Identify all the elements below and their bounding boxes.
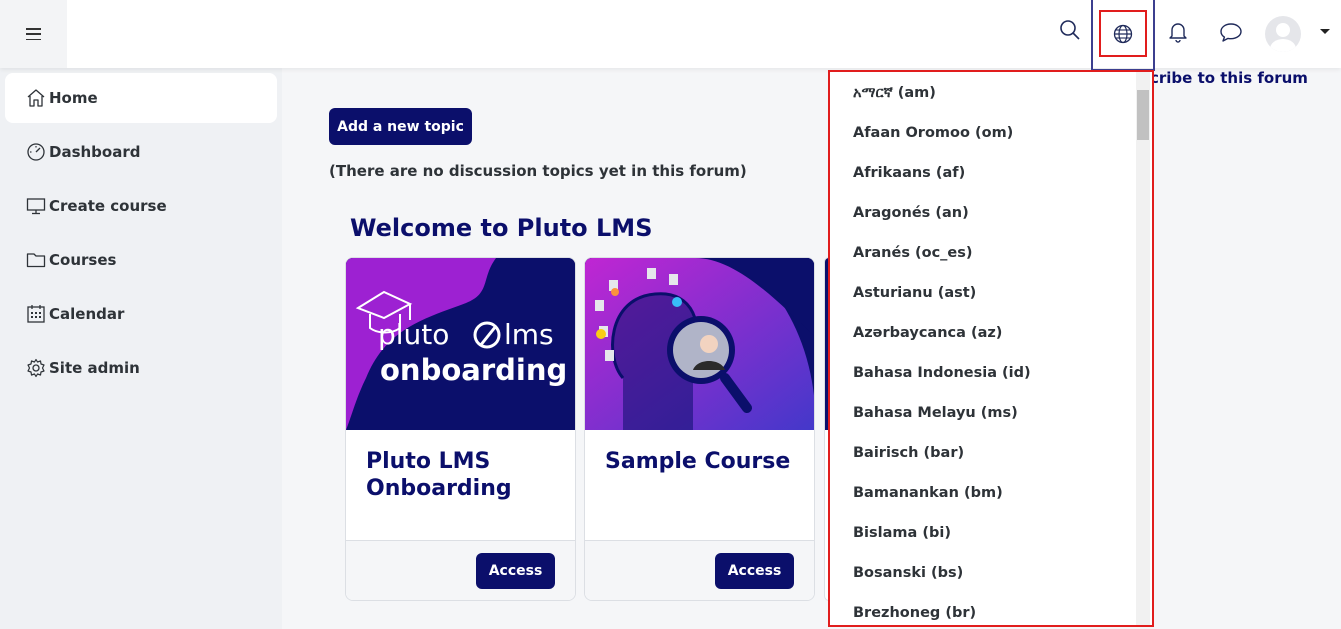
- no-topics-message: (There are no discussion topics yet in t…: [329, 162, 747, 180]
- course-image-title: pluto: [378, 318, 449, 351]
- sidebar-item-label: Dashboard: [49, 143, 141, 161]
- sidebar-item-dashboard[interactable]: Dashboard: [5, 127, 277, 177]
- messages-button[interactable]: [1213, 14, 1249, 50]
- language-option[interactable]: Aranés (oc_es): [830, 233, 1136, 273]
- sidebar-item-calendar[interactable]: Calendar: [5, 289, 277, 339]
- user-menu-caret-icon[interactable]: [1320, 29, 1330, 34]
- course-image-art: pluto lms onboarding: [346, 258, 575, 430]
- language-option[interactable]: Afrikaans (af): [830, 153, 1136, 193]
- scrollbar[interactable]: [1136, 88, 1150, 625]
- sidebar-item-site-admin[interactable]: Site admin: [5, 343, 277, 393]
- sidebar: Home Dashboard Create course Courses Cal…: [0, 68, 282, 629]
- sidebar-item-label: Home: [49, 89, 98, 107]
- course-image-subtitle: onboarding: [380, 353, 567, 387]
- menu-toggle-button[interactable]: [0, 0, 67, 68]
- language-option[interactable]: Bislama (bi): [830, 513, 1136, 553]
- sidebar-item-label: Site admin: [49, 359, 140, 377]
- sidebar-item-home[interactable]: Home: [5, 73, 277, 123]
- monitor-icon: [25, 195, 47, 217]
- chat-bubble-icon: [1220, 23, 1242, 42]
- course-image: [585, 258, 814, 430]
- course-title[interactable]: Pluto LMS Onboarding: [366, 448, 561, 502]
- globe-icon: [1113, 24, 1133, 43]
- hamburger-icon: [26, 28, 41, 40]
- welcome-heading: Welcome to Pluto LMS: [350, 214, 653, 242]
- language-option[interactable]: Bairisch (bar): [830, 433, 1136, 473]
- course-card-footer: Access: [585, 540, 814, 600]
- course-card[interactable]: pluto lms onboarding Pluto LMS Onboardin…: [345, 257, 576, 601]
- top-navbar: [0, 0, 1341, 71]
- language-option[interactable]: Bamanankan (bm): [830, 473, 1136, 513]
- subscribe-forum-link[interactable]: cribe to this forum: [1150, 69, 1308, 87]
- language-option[interactable]: Asturianu (ast): [830, 273, 1136, 313]
- folder-icon: [25, 249, 47, 271]
- add-topic-button[interactable]: Add a new topic: [329, 108, 472, 145]
- sidebar-item-label: Create course: [49, 197, 167, 215]
- language-option[interactable]: Bahasa Indonesia (id): [830, 353, 1136, 393]
- bell-icon: [1169, 23, 1187, 43]
- language-option[interactable]: Bahasa Melayu (ms): [830, 393, 1136, 433]
- course-image-title: lms: [504, 318, 554, 351]
- course-title[interactable]: Sample Course: [605, 448, 800, 475]
- language-option[interactable]: Brezhoneg (br): [830, 593, 1136, 625]
- sidebar-item-label: Calendar: [49, 305, 125, 323]
- search-button[interactable]: [1052, 12, 1088, 48]
- language-button[interactable]: [1099, 10, 1147, 57]
- notifications-button[interactable]: [1160, 14, 1196, 50]
- access-course-button[interactable]: Access: [476, 553, 555, 589]
- language-option[interactable]: Azərbaycanca (az): [830, 313, 1136, 353]
- calendar-icon: [25, 303, 47, 325]
- language-dropdown: አማርኛ (am) Afaan Oromoo (om) Afrikaans (a…: [828, 70, 1154, 627]
- language-option[interactable]: Aragonés (an): [830, 193, 1136, 233]
- language-option[interactable]: አማርኛ (am): [830, 72, 1136, 113]
- scrollbar-thumb[interactable]: [1137, 90, 1149, 140]
- course-card[interactable]: Sample Course Access: [584, 257, 815, 601]
- scroll-up-button[interactable]: [1136, 72, 1150, 88]
- language-option[interactable]: Afaan Oromoo (om): [830, 113, 1136, 153]
- course-image: pluto lms onboarding: [346, 258, 575, 430]
- course-card-footer: Access: [346, 540, 575, 600]
- gear-icon: [25, 357, 47, 379]
- dashboard-icon: [25, 141, 47, 163]
- access-course-button[interactable]: Access: [715, 553, 794, 589]
- user-avatar[interactable]: [1265, 16, 1301, 52]
- course-image-art: [585, 258, 814, 430]
- sidebar-item-create-course[interactable]: Create course: [5, 181, 277, 231]
- language-list: አማርኛ (am) Afaan Oromoo (om) Afrikaans (a…: [830, 72, 1136, 625]
- search-icon: [1060, 20, 1080, 40]
- sidebar-item-label: Courses: [49, 251, 117, 269]
- sidebar-item-courses[interactable]: Courses: [5, 235, 277, 285]
- home-icon: [25, 87, 47, 109]
- language-option[interactable]: Bosanski (bs): [830, 553, 1136, 593]
